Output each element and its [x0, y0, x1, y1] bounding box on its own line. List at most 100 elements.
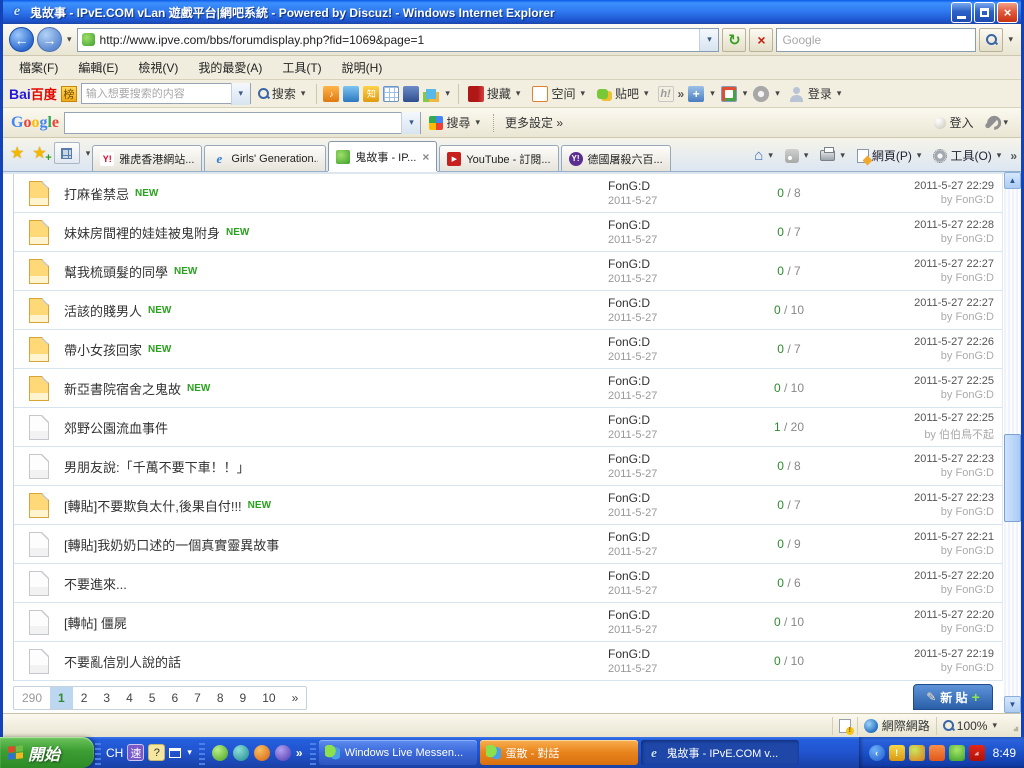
taskbar-task-button[interactable]: 鬼故事 - IPvE.COM v...	[641, 740, 799, 765]
baidu-search-dropdown[interactable]: ▾	[231, 83, 250, 105]
google-more-settings[interactable]: 更多設定 »	[502, 112, 566, 133]
scroll-up-arrow[interactable]: ▲	[1004, 172, 1021, 189]
vertical-scrollbar[interactable]: ▲ ▼	[1004, 172, 1021, 713]
page-number[interactable]: 8	[209, 687, 232, 709]
search-options-dropdown[interactable]: ▾	[1006, 34, 1015, 45]
tray-collapse-chevron[interactable]: ‹	[869, 745, 885, 761]
menu-item[interactable]: 檢視(V)	[128, 56, 188, 79]
last-post-author[interactable]: by FonG:D	[830, 194, 994, 206]
baidu-overflow-chevron[interactable]: »	[678, 87, 685, 101]
last-post-author[interactable]: by FonG:D	[830, 506, 994, 518]
page-number[interactable]: »	[284, 687, 307, 709]
quick-tabs-button[interactable]	[54, 142, 80, 164]
google-search-dropdown[interactable]: ▾	[401, 112, 420, 134]
thread-title-link[interactable]: 打麻雀禁忌	[64, 184, 129, 203]
search-go-button[interactable]	[979, 28, 1003, 52]
language-options-dropdown[interactable]: ▾	[185, 747, 194, 758]
thread-author-link[interactable]: FonG:D	[608, 491, 748, 505]
quick-launch-app-purple[interactable]	[275, 745, 291, 761]
language-indicator[interactable]: CH	[106, 746, 123, 760]
baidu-add-dropdown[interactable]: ▾	[708, 88, 717, 99]
page-number[interactable]: 2	[73, 687, 96, 709]
tab-close-icon[interactable]: ×	[421, 150, 429, 164]
language-bar-restore-icon[interactable]	[169, 748, 181, 758]
avira-umbrella[interactable]: ⟓	[969, 745, 985, 761]
status-warning[interactable]	[832, 717, 857, 735]
baidu-apps-dropdown[interactable]: ▾	[443, 88, 452, 99]
url-input[interactable]	[100, 33, 700, 47]
baidu-settings-dropdown[interactable]: ▾	[773, 88, 782, 99]
last-post-author[interactable]: by FonG:D	[830, 584, 994, 596]
last-post-author[interactable]: by FonG:D	[830, 350, 994, 362]
baidu-grid-icon[interactable]	[721, 86, 737, 102]
stop-button[interactable]: ×	[749, 28, 773, 52]
baidu-bookmarks-button[interactable]: 搜藏▾	[465, 83, 526, 104]
thread-title-link[interactable]: 妹妹房間裡的娃娃被鬼附身	[64, 223, 220, 242]
search-box[interactable]	[776, 28, 976, 52]
last-post-author[interactable]: by FonG:D	[830, 311, 994, 323]
thread-title-link[interactable]: 不要進來...	[64, 574, 127, 593]
command-overflow-chevron[interactable]: »	[1010, 149, 1017, 163]
page-number[interactable]: 290	[14, 687, 50, 709]
close-button[interactable]: ×	[997, 2, 1018, 23]
address-dropdown[interactable]: ▾	[699, 29, 718, 51]
page-number[interactable]: 4	[118, 687, 141, 709]
last-post-author[interactable]: by FonG:D	[830, 545, 994, 557]
last-post-author[interactable]: by FonG:D	[830, 467, 994, 479]
page-number[interactable]: 6	[163, 687, 186, 709]
thread-author-link[interactable]: FonG:D	[608, 374, 748, 388]
thread-author-link[interactable]: FonG:D	[608, 647, 748, 661]
add-favorite-icon[interactable]: ★	[29, 143, 49, 163]
baidu-table-icon[interactable]	[383, 86, 399, 102]
home-button[interactable]: ⌂▾	[751, 147, 778, 165]
baidu-rank-icon[interactable]: 榜	[61, 86, 77, 102]
forward-button[interactable]: →	[37, 27, 62, 52]
minimize-button[interactable]	[951, 2, 972, 23]
baidu-search-field[interactable]: ▾	[81, 83, 251, 104]
language-bar[interactable]: CH 速 ? ▾	[102, 737, 198, 768]
last-post-author[interactable]: by FonG:D	[830, 662, 994, 674]
favorites-star-icon[interactable]: ★	[7, 143, 27, 163]
start-button[interactable]: 開始	[0, 737, 94, 768]
thread-author-link[interactable]: FonG:D	[608, 257, 748, 271]
thread-title-link[interactable]: 幫我梳頭髮的同學	[64, 262, 168, 281]
menu-item[interactable]: 編輯(E)	[68, 56, 128, 79]
tab-list-dropdown[interactable]: ▾	[84, 148, 93, 159]
browser-tab[interactable]: Girls' Generation... ×	[204, 145, 326, 171]
last-post-author[interactable]: by FonG:D	[830, 389, 994, 401]
browser-tab[interactable]: 雅虎香港網站... ×	[92, 145, 202, 171]
menu-item[interactable]: 工具(T)	[272, 56, 331, 79]
baidu-space-button[interactable]: 空间▾	[529, 83, 590, 104]
thread-title-link[interactable]: 新亞書院宿舍之鬼故	[64, 379, 181, 398]
quick-launch-green-sphere[interactable]	[212, 745, 228, 761]
scroll-down-arrow[interactable]: ▼	[1004, 696, 1021, 713]
page-number[interactable]: 5	[141, 687, 164, 709]
security-shield[interactable]: !	[889, 745, 905, 761]
google-search-field[interactable]: ▾	[64, 112, 421, 134]
google-wrench-button[interactable]: ▾	[981, 115, 1013, 130]
last-post-author[interactable]: by 伯伯鳥不起	[830, 426, 994, 442]
taskbar-task-button[interactable]: Windows Live Messen...	[319, 740, 477, 765]
address-bar[interactable]: ▾	[77, 28, 720, 52]
history-dropdown[interactable]: ▾	[65, 34, 74, 45]
menu-item[interactable]: 說明(H)	[332, 56, 393, 79]
thread-author-link[interactable]: FonG:D	[608, 296, 748, 310]
quick-launch-overflow-chevron[interactable]: »	[296, 746, 303, 760]
thread-title-link[interactable]: [轉貼]不要欺負太什,後果自付!!!	[64, 496, 242, 515]
thread-title-link[interactable]: [轉貼]我奶奶口述的一個真實靈異故事	[64, 535, 279, 554]
browser-tab[interactable]: 鬼故事 - IP... ×	[328, 141, 437, 171]
baidu-add-icon[interactable]: +	[688, 86, 704, 102]
scrollbar-thumb[interactable]	[1004, 434, 1021, 522]
browser-tab[interactable]: 德國屠殺六百... ×	[561, 145, 671, 171]
page-number[interactable]: 10	[254, 687, 283, 709]
google-signin-button[interactable]: 登入	[931, 112, 976, 133]
thread-title-link[interactable]: 郊野公園流血事件	[64, 418, 168, 437]
thread-title-link[interactable]: 活該的賤男人	[64, 301, 142, 320]
google-search-button[interactable]: 搜尋▾	[426, 112, 485, 133]
zoom-control[interactable]: 100% ▾	[936, 717, 1005, 735]
baidu-settings-gear-icon[interactable]	[753, 86, 769, 102]
thread-author-link[interactable]: FonG:D	[608, 335, 748, 349]
zoom-dropdown[interactable]: ▾	[990, 720, 999, 731]
thread-title-link[interactable]: [轉帖] 僵屍	[64, 613, 127, 632]
thread-author-link[interactable]: FonG:D	[608, 569, 748, 583]
